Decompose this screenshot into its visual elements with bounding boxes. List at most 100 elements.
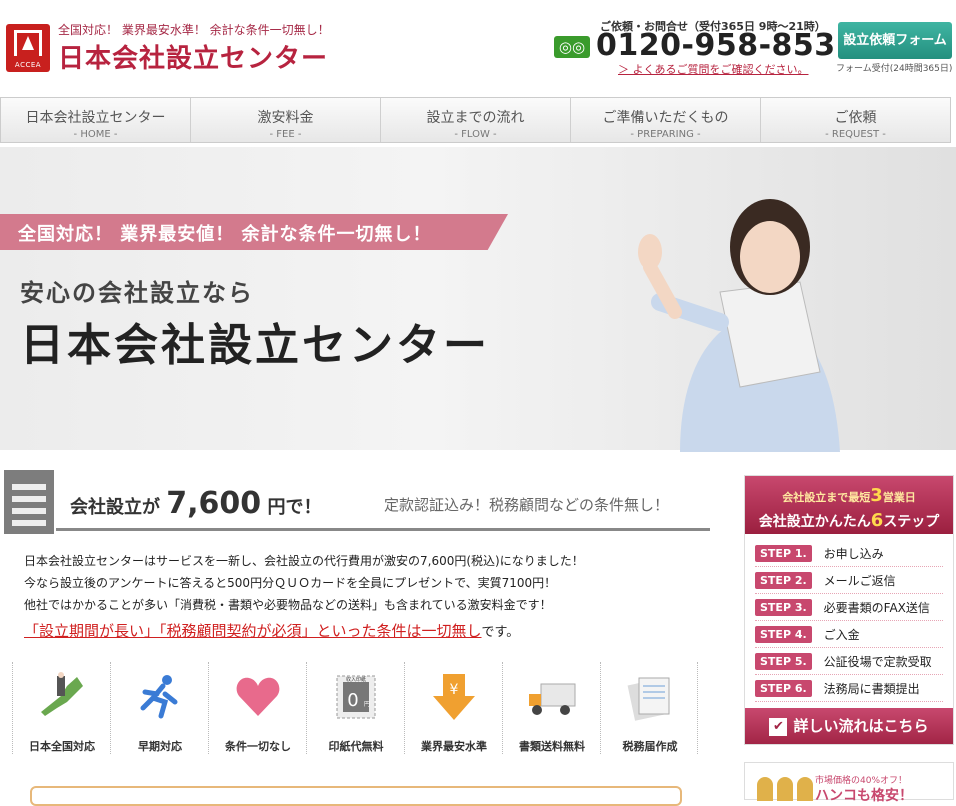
hanko-banner[interactable]: 市場価格の40%オフ！ ハンコも格安！ bbox=[744, 762, 954, 804]
header-catch: 全国対応！ 業界最安水準！ 余計な条件一切無し！ bbox=[58, 23, 330, 37]
step-tag: STEP 3. bbox=[755, 598, 812, 616]
hanko-icon bbox=[797, 777, 813, 801]
hero-subtitle: 安心の会社設立なら bbox=[20, 279, 254, 307]
japan-map-icon bbox=[41, 672, 83, 716]
global-nav: 日本会社設立センター - HOME - 激安料金 - FEE - 設立までの流れ - … bbox=[0, 97, 951, 143]
feature-label: 書類送料無料 bbox=[519, 740, 585, 753]
nav-preparing[interactable]: ご準備いただくもの - PREPARING - bbox=[571, 98, 761, 142]
step-item: STEP 1. お申し込み bbox=[755, 540, 943, 567]
nav-sublabel: - HOME - bbox=[73, 129, 118, 140]
flow-details-button[interactable]: ✔ 詳しい流れはこちら bbox=[745, 708, 953, 744]
feature-nationwide: 日本全国対応 bbox=[12, 662, 110, 754]
steps-number: 6 bbox=[870, 510, 884, 531]
step-text: お申し込み bbox=[823, 546, 884, 561]
feature-no-conditions: 条件一切なし bbox=[208, 662, 306, 754]
steps-header-top: 会社設立まで最短3営業日 bbox=[745, 476, 953, 506]
body-line: 他社ではかかることが多い「消費税・書類や必要物品などの送料」も含まれている激安料… bbox=[24, 598, 552, 612]
nav-label: 日本会社設立センター bbox=[25, 110, 166, 126]
feature-lowest-price: ¥ 業界最安水準 bbox=[404, 662, 502, 754]
truck-icon bbox=[529, 683, 576, 715]
hero-title: 日本会社設立センター bbox=[20, 320, 490, 371]
document-icon bbox=[627, 677, 670, 721]
nav-flow[interactable]: 設立までの流れ - FLOW - bbox=[381, 98, 571, 142]
feature-label: 業界最安水準 bbox=[421, 740, 487, 753]
nav-sublabel: - FLOW - bbox=[454, 129, 497, 140]
request-form-button[interactable]: 設立依頼フォーム bbox=[838, 22, 952, 59]
request-note: フォーム受付(24時間365日) bbox=[836, 64, 953, 74]
stamp-top-text: 収入印紙 bbox=[346, 676, 366, 683]
nav-sublabel: - FEE - bbox=[269, 129, 302, 140]
feature-label: 税務届作成 bbox=[622, 740, 678, 753]
feature-list: 日本全国対応 早期対応 条件一切なし 収入印紙 0 円 印紙代無料 ¥ 業界最安水準… bbox=[12, 662, 698, 754]
step-item: STEP 2. メールご返信 bbox=[755, 567, 943, 594]
feature-stamp-free: 収入印紙 0 円 印紙代無料 bbox=[306, 662, 404, 754]
steps-list: STEP 1. お申し込み STEP 2. メールご返信 STEP 3. 必要書類のF… bbox=[745, 534, 953, 702]
hero-ribbon: 全国対応！ 業界最安値！ 余計な条件一切無し！ bbox=[0, 214, 508, 250]
header: ACCEA 全国対応！ 業界最安水準！ 余計な条件一切無し！ 日本会社設立センタ… bbox=[0, 0, 956, 95]
feature-tax-forms: 税務届作成 bbox=[600, 662, 698, 754]
price-note: 定款認証込み！税務顧問などの条件無し！ bbox=[384, 496, 670, 514]
nav-label: 激安料金 bbox=[257, 110, 314, 126]
main-content: 会社設立が 7,600 円で！ 定款認証込み！税務顧問などの条件無し！ 日本会社… bbox=[0, 450, 735, 806]
content-box bbox=[30, 786, 682, 806]
step-item: STEP 4. ご入金 bbox=[755, 621, 943, 648]
days-number: 3 bbox=[870, 485, 883, 506]
hanko-title: ハンコも格安！ bbox=[815, 788, 913, 804]
body-text: 日本会社設立センターはサービスを一新し、会社設立の代行費用が激安の7,600円(… bbox=[24, 550, 584, 616]
svg-text:¥: ¥ bbox=[450, 682, 459, 698]
text: 会社設立まで最短 bbox=[782, 491, 871, 504]
nav-home[interactable]: 日本会社設立センター - HOME - bbox=[1, 98, 191, 142]
divider bbox=[56, 528, 710, 531]
hero-banner: 全国対応！ 業界最安値！ 余計な条件一切無し！ 安心の会社設立なら 日本会社設立… bbox=[0, 147, 956, 452]
nav-fee[interactable]: 激安料金 - FEE - bbox=[191, 98, 381, 142]
step-tag: STEP 2. bbox=[755, 571, 812, 589]
text: ステップ bbox=[883, 514, 940, 530]
price-amount: 7,600 bbox=[166, 486, 262, 521]
running-person-icon bbox=[140, 675, 178, 719]
woman-photo bbox=[638, 199, 840, 452]
nav-request[interactable]: ご依頼 - REQUEST - bbox=[761, 98, 950, 142]
stamp-icon: 収入印紙 0 円 bbox=[336, 675, 376, 719]
nav-label: ご準備いただくもの bbox=[602, 110, 729, 126]
feature-label: 早期対応 bbox=[138, 740, 182, 753]
phone-number[interactable]: 0120-958-853 bbox=[596, 28, 836, 63]
price-post: 円で！ bbox=[261, 497, 322, 518]
hanko-icon bbox=[777, 777, 793, 801]
text: 営業日 bbox=[882, 491, 916, 504]
feature-label: 条件一切なし bbox=[225, 740, 291, 753]
building-icon bbox=[4, 470, 54, 534]
heart-icon bbox=[236, 677, 280, 716]
step-text: 法務局に書類提出 bbox=[823, 681, 920, 696]
check-icon: ✔ bbox=[769, 717, 788, 736]
step-item: STEP 5. 公証役場で定款受取 bbox=[755, 648, 943, 675]
site-logo-name[interactable]: 日本会社設立センター bbox=[58, 38, 328, 75]
freedial-icon: ◎◎ bbox=[554, 36, 590, 58]
text: 会社設立かんたん bbox=[758, 514, 871, 530]
logo-mark: ACCEA bbox=[14, 61, 42, 69]
logo-icon[interactable]: ACCEA bbox=[6, 24, 50, 72]
step-text: 必要書類のFAX送信 bbox=[823, 600, 930, 615]
stamp-zero: 0 bbox=[347, 690, 358, 711]
faq-link[interactable]: ＞ よくあるご質問をご確認ください。 bbox=[618, 61, 809, 77]
price-headline: 会社設立が 7,600 円で！ bbox=[70, 486, 321, 521]
yen-arrow-icon: ¥ bbox=[433, 674, 475, 720]
feature-label: 日本全国対応 bbox=[29, 740, 95, 753]
body-line: 今なら設立後のアンケートに答えると500円分ＱＵＯカードを全員にプレゼントで、実… bbox=[24, 576, 557, 590]
nav-label: ご依頼 bbox=[834, 110, 877, 126]
flow-button-label: 詳しい流れはこちら bbox=[793, 717, 929, 735]
feature-label: 印紙代無料 bbox=[328, 740, 384, 753]
steps-sidebar: 会社設立まで最短3営業日 会社設立かんたん6ステップ STEP 1. お申し込み … bbox=[744, 475, 954, 745]
steps-header: 会社設立まで最短3営業日 会社設立かんたん6ステップ bbox=[745, 476, 953, 534]
no-condition-notice: 「設立期間が長い」「税務顧問契約が必須」といった条件は一切無しです。 bbox=[24, 620, 519, 641]
price-pre: 会社設立が bbox=[70, 497, 167, 518]
stamp-unit: 円 bbox=[364, 701, 370, 708]
no-condition-tail: です。 bbox=[481, 625, 520, 640]
body-line: 日本会社設立センターはサービスを一新し、会社設立の代行費用が激安の7,600円(… bbox=[24, 554, 584, 568]
step-text: ご入金 bbox=[823, 627, 860, 642]
step-tag: STEP 5. bbox=[755, 652, 812, 670]
step-text: メールご返信 bbox=[823, 573, 896, 588]
step-item: STEP 3. 必要書類のFAX送信 bbox=[755, 594, 943, 621]
hanko-icon bbox=[757, 777, 773, 801]
hero-ribbon-text: 全国対応！ 業界最安値！ 余計な条件一切無し！ bbox=[18, 224, 432, 245]
steps-header-title: 会社設立かんたん6ステップ bbox=[745, 510, 953, 531]
